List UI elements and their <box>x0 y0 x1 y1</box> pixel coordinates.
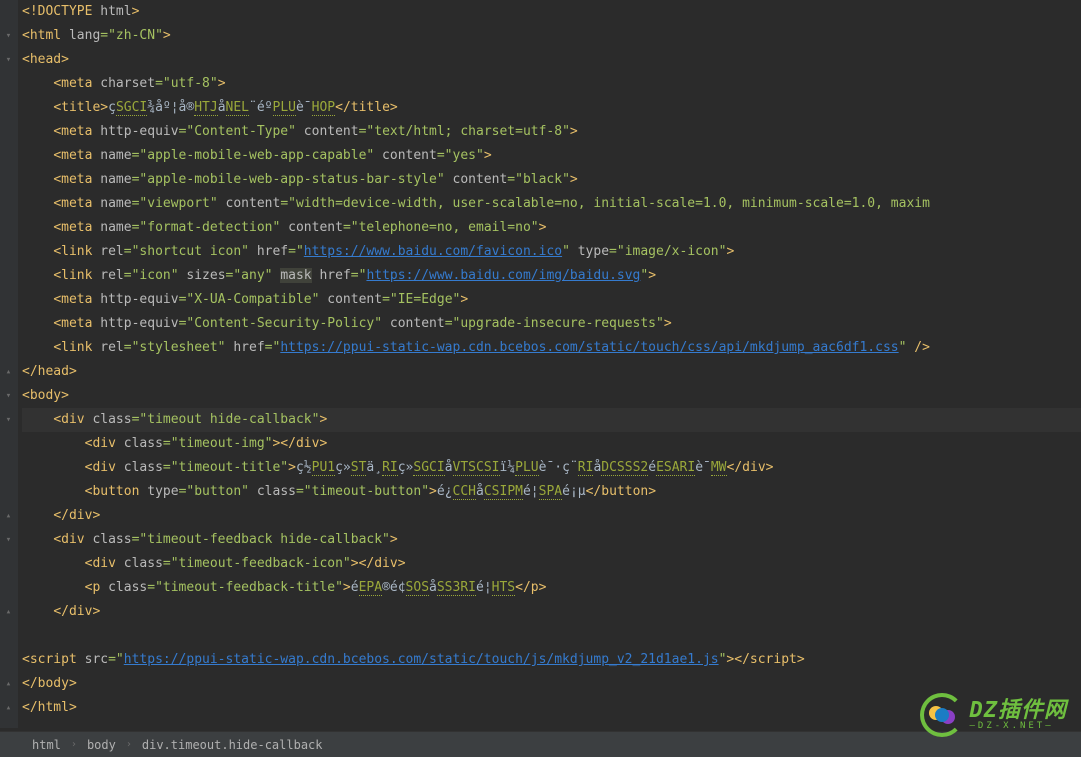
fold-close-icon[interactable]: ▴ <box>4 608 13 617</box>
code-line[interactable]: <meta http-equiv="Content-Security-Polic… <box>22 312 1081 336</box>
fold-open-icon[interactable]: ▾ <box>4 392 13 401</box>
code-line[interactable]: <div class="timeout hide-callback"> <box>22 408 1081 432</box>
code-line[interactable]: <div class="timeout-title">ç½PU1ç»STä¸RI… <box>22 456 1081 480</box>
breadcrumb-body[interactable]: body <box>83 733 120 757</box>
breadcrumb-html[interactable]: html <box>28 733 65 757</box>
logo-title: DZ插件网 <box>970 699 1068 722</box>
watermark-logo: DZ插件网 —DZ-X.NET— <box>920 693 1068 737</box>
code-line[interactable]: </head> <box>22 360 1081 384</box>
code-line[interactable]: <meta http-equiv="X-UA-Compatible" conte… <box>22 288 1081 312</box>
code-line[interactable]: <meta name="apple-mobile-web-app-status-… <box>22 168 1081 192</box>
fold-close-icon[interactable]: ▴ <box>4 512 13 521</box>
code-line[interactable]: <body> <box>22 384 1081 408</box>
chevron-right-icon: › <box>120 733 138 757</box>
fold-close-icon[interactable]: ▴ <box>4 704 13 713</box>
editor-gutter: ▾ ▾ ▴ ▾ ▾ ▴ ▾ ▴ ▴ ▴ <box>0 0 18 728</box>
fold-open-icon[interactable]: ▾ <box>4 416 13 425</box>
code-line[interactable]: <title>çSGCI¾åº¦å®HTJåNEL¨éºPLUè¯HOP</ti… <box>22 96 1081 120</box>
code-line[interactable]: <meta http-equiv="Content-Type" content=… <box>22 120 1081 144</box>
code-editor-area[interactable]: <!DOCTYPE html><html lang="zh-CN"><head>… <box>22 0 1081 720</box>
code-line[interactable]: <div class="timeout-img"></div> <box>22 432 1081 456</box>
code-line[interactable]: <div class="timeout-feedback-icon"></div… <box>22 552 1081 576</box>
logo-icon <box>920 693 964 737</box>
code-line[interactable]: <script src="https://ppui-static-wap.cdn… <box>22 648 1081 672</box>
logo-subtitle: —DZ-X.NET— <box>970 722 1068 731</box>
code-line[interactable] <box>22 624 1081 648</box>
code-line[interactable]: <p class="timeout-feedback-title">éEPA®é… <box>22 576 1081 600</box>
fold-close-icon[interactable]: ▴ <box>4 680 13 689</box>
code-line[interactable]: </div> <box>22 600 1081 624</box>
breadcrumb-div[interactable]: div.timeout.hide-callback <box>138 733 327 757</box>
fold-open-icon[interactable]: ▾ <box>4 32 13 41</box>
code-line[interactable]: <meta charset="utf-8"> <box>22 72 1081 96</box>
code-line[interactable]: <meta name="viewport" content="width=dev… <box>22 192 1081 216</box>
code-line[interactable]: <button type="button" class="timeout-but… <box>22 480 1081 504</box>
code-line[interactable]: <link rel="stylesheet" href="https://ppu… <box>22 336 1081 360</box>
fold-close-icon[interactable]: ▴ <box>4 368 13 377</box>
code-line[interactable]: <link rel="icon" sizes="any" mask href="… <box>22 264 1081 288</box>
code-line[interactable]: </div> <box>22 504 1081 528</box>
code-line[interactable]: <meta name="apple-mobile-web-app-capable… <box>22 144 1081 168</box>
code-line[interactable]: <div class="timeout-feedback hide-callba… <box>22 528 1081 552</box>
code-line[interactable]: <!DOCTYPE html> <box>22 0 1081 24</box>
code-line[interactable]: <html lang="zh-CN"> <box>22 24 1081 48</box>
code-line[interactable]: <head> <box>22 48 1081 72</box>
fold-open-icon[interactable]: ▾ <box>4 56 13 65</box>
code-line[interactable]: <link rel="shortcut icon" href="https://… <box>22 240 1081 264</box>
fold-open-icon[interactable]: ▾ <box>4 536 13 545</box>
chevron-right-icon: › <box>65 733 83 757</box>
code-line[interactable]: <meta name="format-detection" content="t… <box>22 216 1081 240</box>
